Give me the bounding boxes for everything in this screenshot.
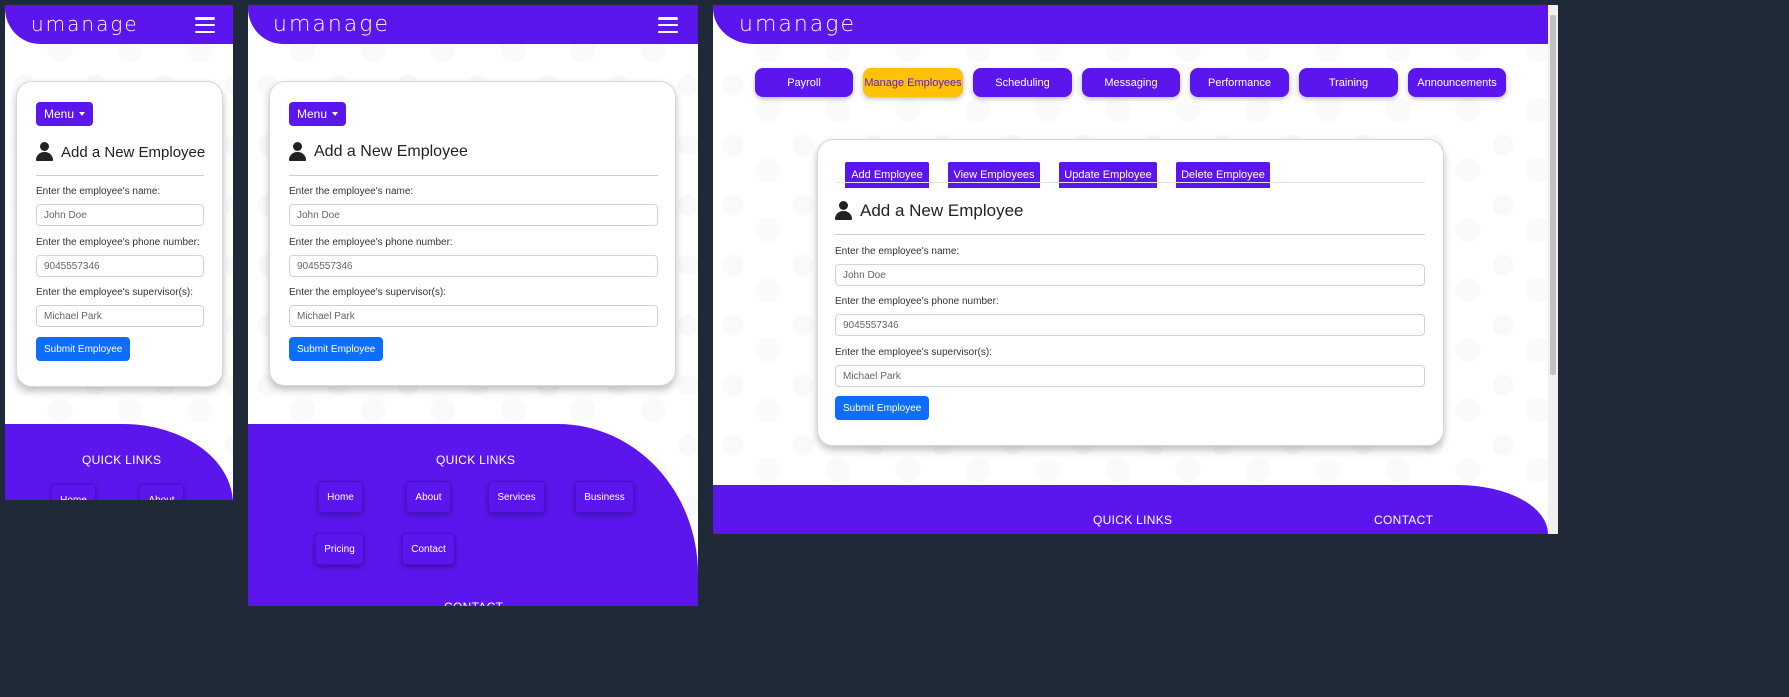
submit-employee-button[interactable]: Submit Employee bbox=[36, 337, 131, 361]
footer-link-about[interactable]: About bbox=[139, 484, 184, 500]
menu-dropdown-button[interactable]: Menu bbox=[36, 102, 94, 126]
header-bar: umanage bbox=[713, 5, 1548, 44]
header-bar: umanage bbox=[5, 5, 233, 44]
name-label: Enter the employee's name: bbox=[289, 186, 414, 197]
supervisor-label: Enter the employee's supervisor(s): bbox=[289, 287, 446, 298]
quick-links-title: QUICK LINKS bbox=[1093, 513, 1173, 527]
header-bar: umanage bbox=[248, 5, 698, 44]
nav-announcements[interactable]: Announcements bbox=[1408, 68, 1506, 97]
tab-view-employees[interactable]: View Employees bbox=[948, 162, 1040, 188]
supervisor-input[interactable]: Michael Park bbox=[289, 305, 658, 327]
nav-scheduling[interactable]: Scheduling bbox=[973, 68, 1072, 97]
scrollbar-thumb[interactable] bbox=[1550, 15, 1556, 375]
footer-link-contact[interactable]: Contact bbox=[402, 533, 455, 565]
footer-link-about[interactable]: About bbox=[406, 481, 451, 513]
name-input[interactable]: John Doe bbox=[835, 264, 1425, 286]
form-title: Add a New Employee bbox=[289, 142, 468, 162]
footer: QUICK LINKS Home About bbox=[5, 424, 233, 500]
quick-links-title: QUICK LINKS bbox=[436, 453, 516, 467]
phone-input[interactable]: 9045557346 bbox=[289, 255, 658, 277]
tabs-divider bbox=[835, 182, 1425, 183]
phone-label: Enter the employee's phone number: bbox=[835, 296, 999, 307]
menu-dropdown-button[interactable]: Menu bbox=[289, 102, 347, 126]
nav-training[interactable]: Training bbox=[1299, 68, 1398, 97]
name-input[interactable]: John Doe bbox=[289, 204, 658, 226]
add-employee-card: Menu Add a New Employee Enter the employ… bbox=[269, 81, 676, 386]
footer-link-business[interactable]: Business bbox=[575, 481, 634, 513]
tab-add-employee[interactable]: Add Employee bbox=[845, 162, 929, 188]
hamburger-menu-icon[interactable] bbox=[195, 17, 215, 33]
desktop-viewport: umanage Payroll Manage Employees Schedul… bbox=[713, 5, 1558, 534]
form-title: Add a New Employee bbox=[36, 142, 205, 162]
logo[interactable]: umanage bbox=[31, 14, 139, 34]
form-title-text: Add a New Employee bbox=[61, 143, 206, 161]
footer-link-services[interactable]: Services bbox=[488, 481, 545, 513]
footer: QUICK LINKS CONTACT bbox=[713, 485, 1548, 534]
person-icon bbox=[835, 201, 852, 221]
tablet-viewport: umanage Menu Add a New Employee Enter th… bbox=[248, 5, 698, 606]
name-label: Enter the employee's name: bbox=[835, 246, 960, 257]
caret-down-icon bbox=[79, 112, 86, 116]
name-label: Enter the employee's name: bbox=[36, 186, 161, 197]
phone-label: Enter the employee's phone number: bbox=[289, 237, 453, 248]
phone-input[interactable]: 9045557346 bbox=[36, 255, 204, 277]
footer-link-home[interactable]: Home bbox=[51, 484, 96, 500]
menu-label: Menu bbox=[44, 107, 75, 121]
footer-link-pricing[interactable]: Pricing bbox=[315, 533, 364, 565]
title-divider bbox=[289, 175, 658, 176]
submit-employee-button[interactable]: Submit Employee bbox=[835, 396, 930, 420]
form-title-text: Add a New Employee bbox=[860, 201, 1024, 220]
footer-link-home[interactable]: Home bbox=[318, 481, 363, 513]
contact-title: CONTACT bbox=[1374, 513, 1434, 527]
quick-links-title: QUICK LINKS bbox=[82, 453, 162, 467]
submit-employee-button[interactable]: Submit Employee bbox=[289, 337, 384, 361]
contact-title: CONTACT bbox=[444, 600, 503, 606]
title-divider bbox=[36, 175, 204, 176]
tab-update-employee[interactable]: Update Employee bbox=[1059, 162, 1157, 188]
name-input[interactable]: John Doe bbox=[36, 204, 204, 226]
person-icon bbox=[36, 142, 53, 162]
nav-messaging[interactable]: Messaging bbox=[1082, 68, 1180, 97]
menu-label: Menu bbox=[297, 107, 328, 121]
mobile-small-viewport: umanage Menu Add a New Employee Enter th… bbox=[5, 5, 233, 500]
hamburger-menu-icon[interactable] bbox=[658, 17, 678, 33]
phone-label: Enter the employee's phone number: bbox=[36, 237, 200, 248]
person-icon bbox=[289, 142, 306, 162]
logo[interactable]: umanage bbox=[739, 14, 856, 36]
nav-performance[interactable]: Performance bbox=[1190, 68, 1289, 97]
supervisor-label: Enter the employee's supervisor(s): bbox=[36, 287, 193, 298]
logo[interactable]: umanage bbox=[273, 14, 390, 36]
tab-delete-employee[interactable]: Delete Employee bbox=[1176, 162, 1270, 188]
supervisor-input[interactable]: Michael Park bbox=[835, 365, 1425, 387]
title-divider bbox=[835, 234, 1425, 235]
footer: QUICK LINKS Home About Services Business… bbox=[248, 424, 698, 606]
nav-payroll[interactable]: Payroll bbox=[755, 68, 853, 97]
form-title-text: Add a New Employee bbox=[314, 143, 468, 160]
nav-manage-employees[interactable]: Manage Employees bbox=[863, 68, 963, 97]
vertical-scrollbar[interactable] bbox=[1548, 5, 1558, 534]
phone-input[interactable]: 9045557346 bbox=[835, 314, 1425, 336]
supervisor-input[interactable]: Michael Park bbox=[36, 305, 204, 327]
add-employee-card: Menu Add a New Employee Enter the employ… bbox=[16, 81, 223, 387]
supervisor-label: Enter the employee's supervisor(s): bbox=[835, 347, 992, 358]
form-title: Add a New Employee bbox=[835, 201, 1023, 221]
caret-down-icon bbox=[332, 112, 339, 116]
